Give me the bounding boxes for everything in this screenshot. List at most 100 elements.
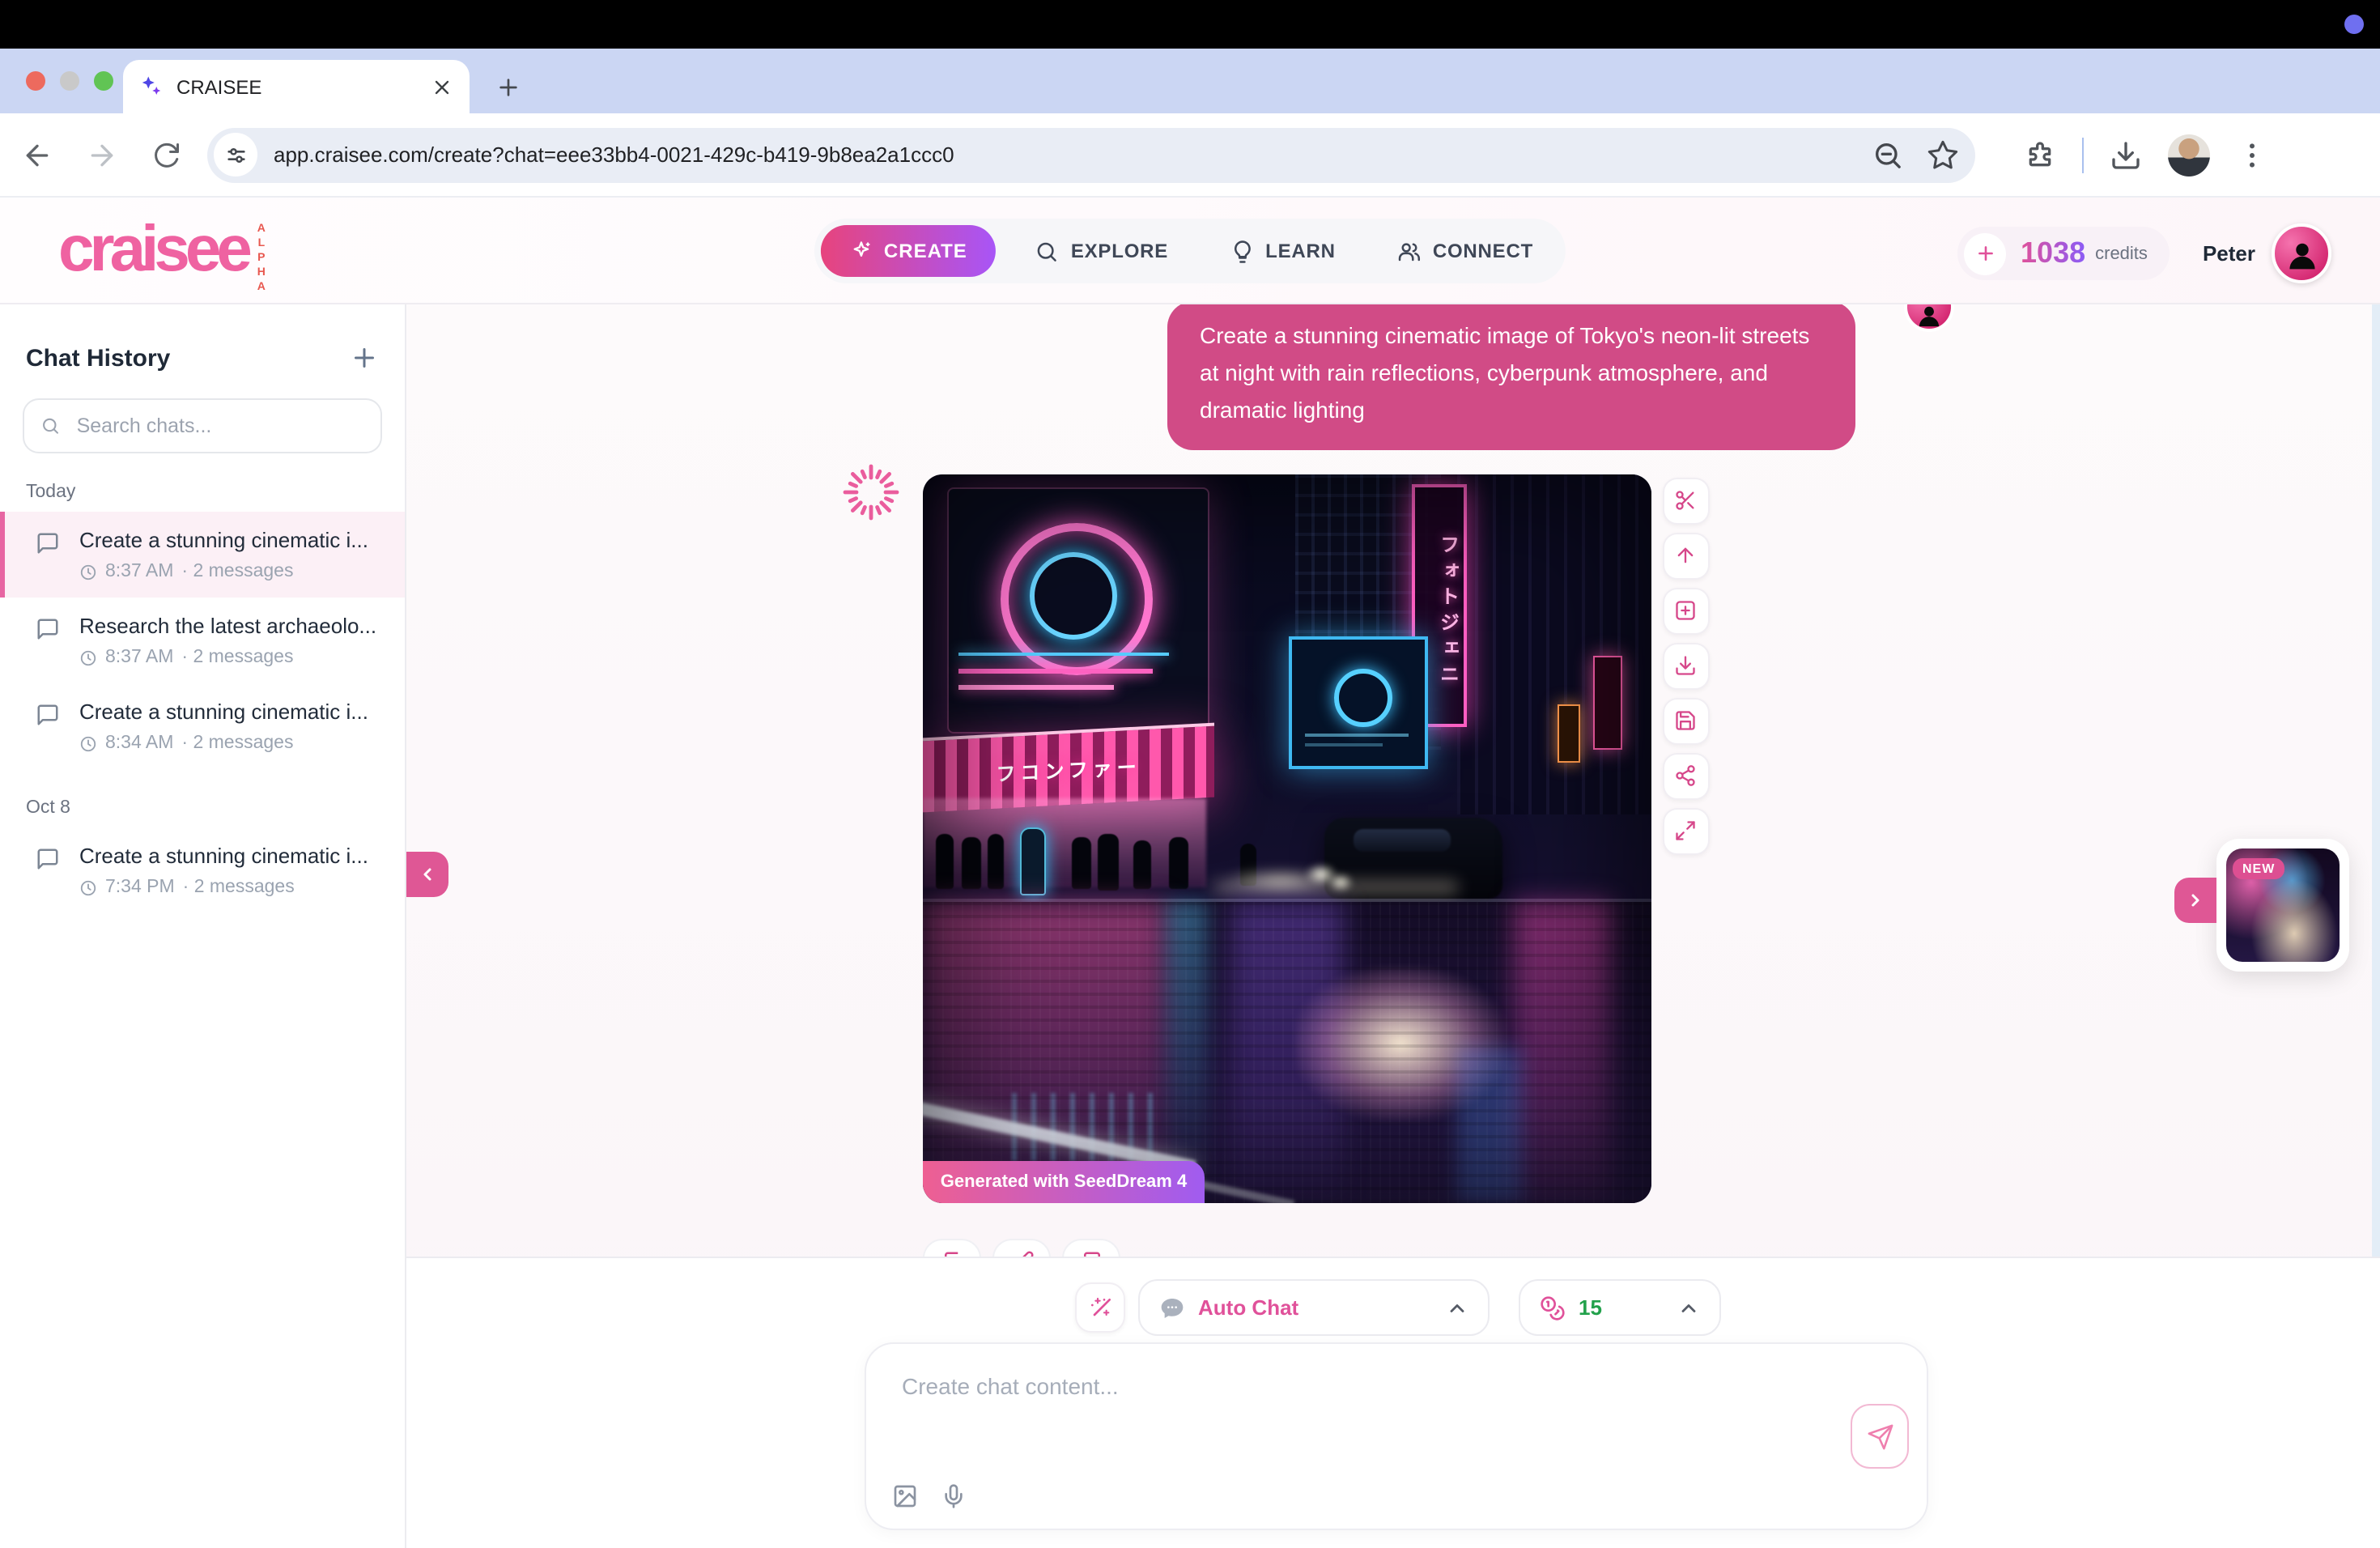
nav-tab-explore[interactable]: EXPLORE [1013,239,1191,263]
generating-spinner-icon [842,463,900,521]
lightbulb-icon [1230,239,1254,263]
upscale-button[interactable] [1663,533,1709,579]
add-to-canvas-button[interactable] [1663,588,1709,634]
reload-button[interactable] [139,127,194,182]
chevron-right-icon [2186,891,2205,910]
message-author-avatar [1904,304,1954,332]
new-chat-button[interactable] [350,343,379,372]
expand-image-button[interactable] [1663,808,1709,854]
browser-profile-avatar[interactable] [2168,134,2210,176]
search-icon [1035,239,1060,263]
nav-tab-learn[interactable]: LEARN [1207,239,1358,263]
bookmark-star-icon[interactable] [1927,138,1959,171]
app-body: Chat History Today Create a stunning cin… [0,304,2380,1548]
save-image-button[interactable] [1663,698,1709,744]
generation-model-badge: Generated with SeedDream 4 [923,1161,1205,1203]
downloads-icon[interactable] [2110,138,2142,171]
download-image-button[interactable] [1663,643,1709,689]
tab-title: CRAISEE [176,75,431,98]
chat-item-title: Research the latest archaeolo... [79,614,376,638]
screen: CRAISEE app.craisee.com/create?chat=eee3… [0,0,2380,1548]
add-credits-button[interactable] [1964,232,2006,274]
sidebar-title: Chat History [26,344,170,372]
browser-toolbar-right [1998,134,2291,176]
site-settings-chip[interactable] [214,133,257,176]
forward-arrow-icon [86,138,118,171]
chat-item-time: 8:37 AM [105,562,173,581]
attachment-row [892,1483,967,1509]
chat-item-time: 8:37 AM [105,648,173,667]
zoom-out-icon[interactable] [1872,138,1904,171]
alpha-badge: ALPHA [256,223,267,296]
address-bar[interactable]: app.craisee.com/create?chat=eee33bb4-002… [207,127,1975,182]
people-icon [1397,239,1422,263]
nav-tab-create[interactable]: CREATE [821,225,997,277]
microphone-icon[interactable] [941,1483,967,1509]
new-badge: NEW [2233,858,2284,879]
chat-item-time: 7:34 PM [105,878,175,897]
promo-thumbnail: NEW [2226,848,2340,962]
nav-connect-label: CONNECT [1433,240,1533,262]
enhance-prompt-button[interactable] [1075,1282,1125,1333]
browser-menu-kebab-icon[interactable] [2236,138,2268,171]
minimize-window-button[interactable] [60,71,79,91]
credits-amount: 1038 [2021,236,2085,270]
close-window-button[interactable] [26,71,45,91]
chat-mode-dropdown[interactable]: Auto Chat [1138,1279,1490,1336]
header-right-cluster: 1038 credits Peter [1957,223,2331,283]
crop-button[interactable] [1663,478,1709,524]
craisee-logo[interactable]: craisee ALPHA [58,214,267,296]
section-label-today: Today [26,483,379,502]
browser-tab[interactable]: CRAISEE [123,60,470,113]
send-plane-icon [1866,1423,1893,1450]
nav-learn-label: LEARN [1265,240,1336,262]
magic-wand-icon [1087,1295,1113,1320]
chat-history-item[interactable]: Create a stunning cinematic i... 7:34 PM… [0,827,405,913]
chat-history-item[interactable]: Research the latest archaeolo... 8:37 AM… [0,598,405,683]
coins-icon [1540,1295,1566,1320]
chat-history-item[interactable]: Create a stunning cinematic i... 8:37 AM… [0,512,405,598]
reload-icon [152,140,181,169]
user-avatar[interactable] [2272,223,2331,283]
nav-create-label: CREATE [884,240,967,262]
send-button[interactable] [1851,1404,1909,1469]
composer-panel: Auto Chat 15 [406,1257,2380,1548]
toolbar-divider [2082,137,2084,172]
extensions-puzzle-icon[interactable] [2024,138,2056,171]
url-text[interactable]: app.craisee.com/create?chat=eee33bb4-002… [274,142,1849,167]
chat-item-title: Create a stunning cinematic i... [79,528,368,552]
promo-expand-button[interactable] [2174,878,2216,923]
expand-icon [1675,820,1698,843]
new-tab-button[interactable] [489,68,528,107]
vignette-overlay [923,474,1651,1203]
credits-pill[interactable]: 1038 credits [1957,227,2170,280]
chat-bubble-icon [36,703,60,727]
chat-item-count: · 2 messages [181,648,293,667]
chat-item-title: Create a stunning cinematic i... [79,844,368,868]
sparkles-icon [850,240,873,262]
forward-button[interactable] [74,127,130,182]
tune-icon [224,143,247,166]
person-silhouette-icon [1915,304,1943,329]
person-silhouette-icon [2284,236,2319,271]
main-nav: CREATE EXPLORE LEARN CONNECT [814,219,1566,283]
attach-image-icon[interactable] [892,1483,918,1509]
search-chats-input[interactable] [74,413,364,439]
new-generation-promo-card[interactable]: NEW [2216,839,2349,972]
share-nodes-icon [1675,765,1698,788]
nav-explore-label: EXPLORE [1071,240,1168,262]
token-cost-dropdown[interactable]: 15 [1519,1279,1721,1336]
back-button[interactable] [10,127,65,182]
chat-input[interactable] [899,1370,1812,1474]
nav-tab-connect[interactable]: CONNECT [1375,239,1556,263]
chat-history-item[interactable]: Create a stunning cinematic i... 8:34 AM… [0,683,405,769]
search-icon [40,415,61,437]
generated-image[interactable]: フォトジェニ フコンファー [923,474,1651,1203]
section-label-oct8: Oct 8 [26,798,379,818]
floppy-save-icon [1675,710,1698,733]
back-arrow-icon [21,138,53,171]
zoom-window-button[interactable] [94,71,113,91]
share-image-button[interactable] [1663,753,1709,799]
chat-search-box[interactable] [23,398,382,453]
close-tab-icon[interactable] [431,75,453,98]
